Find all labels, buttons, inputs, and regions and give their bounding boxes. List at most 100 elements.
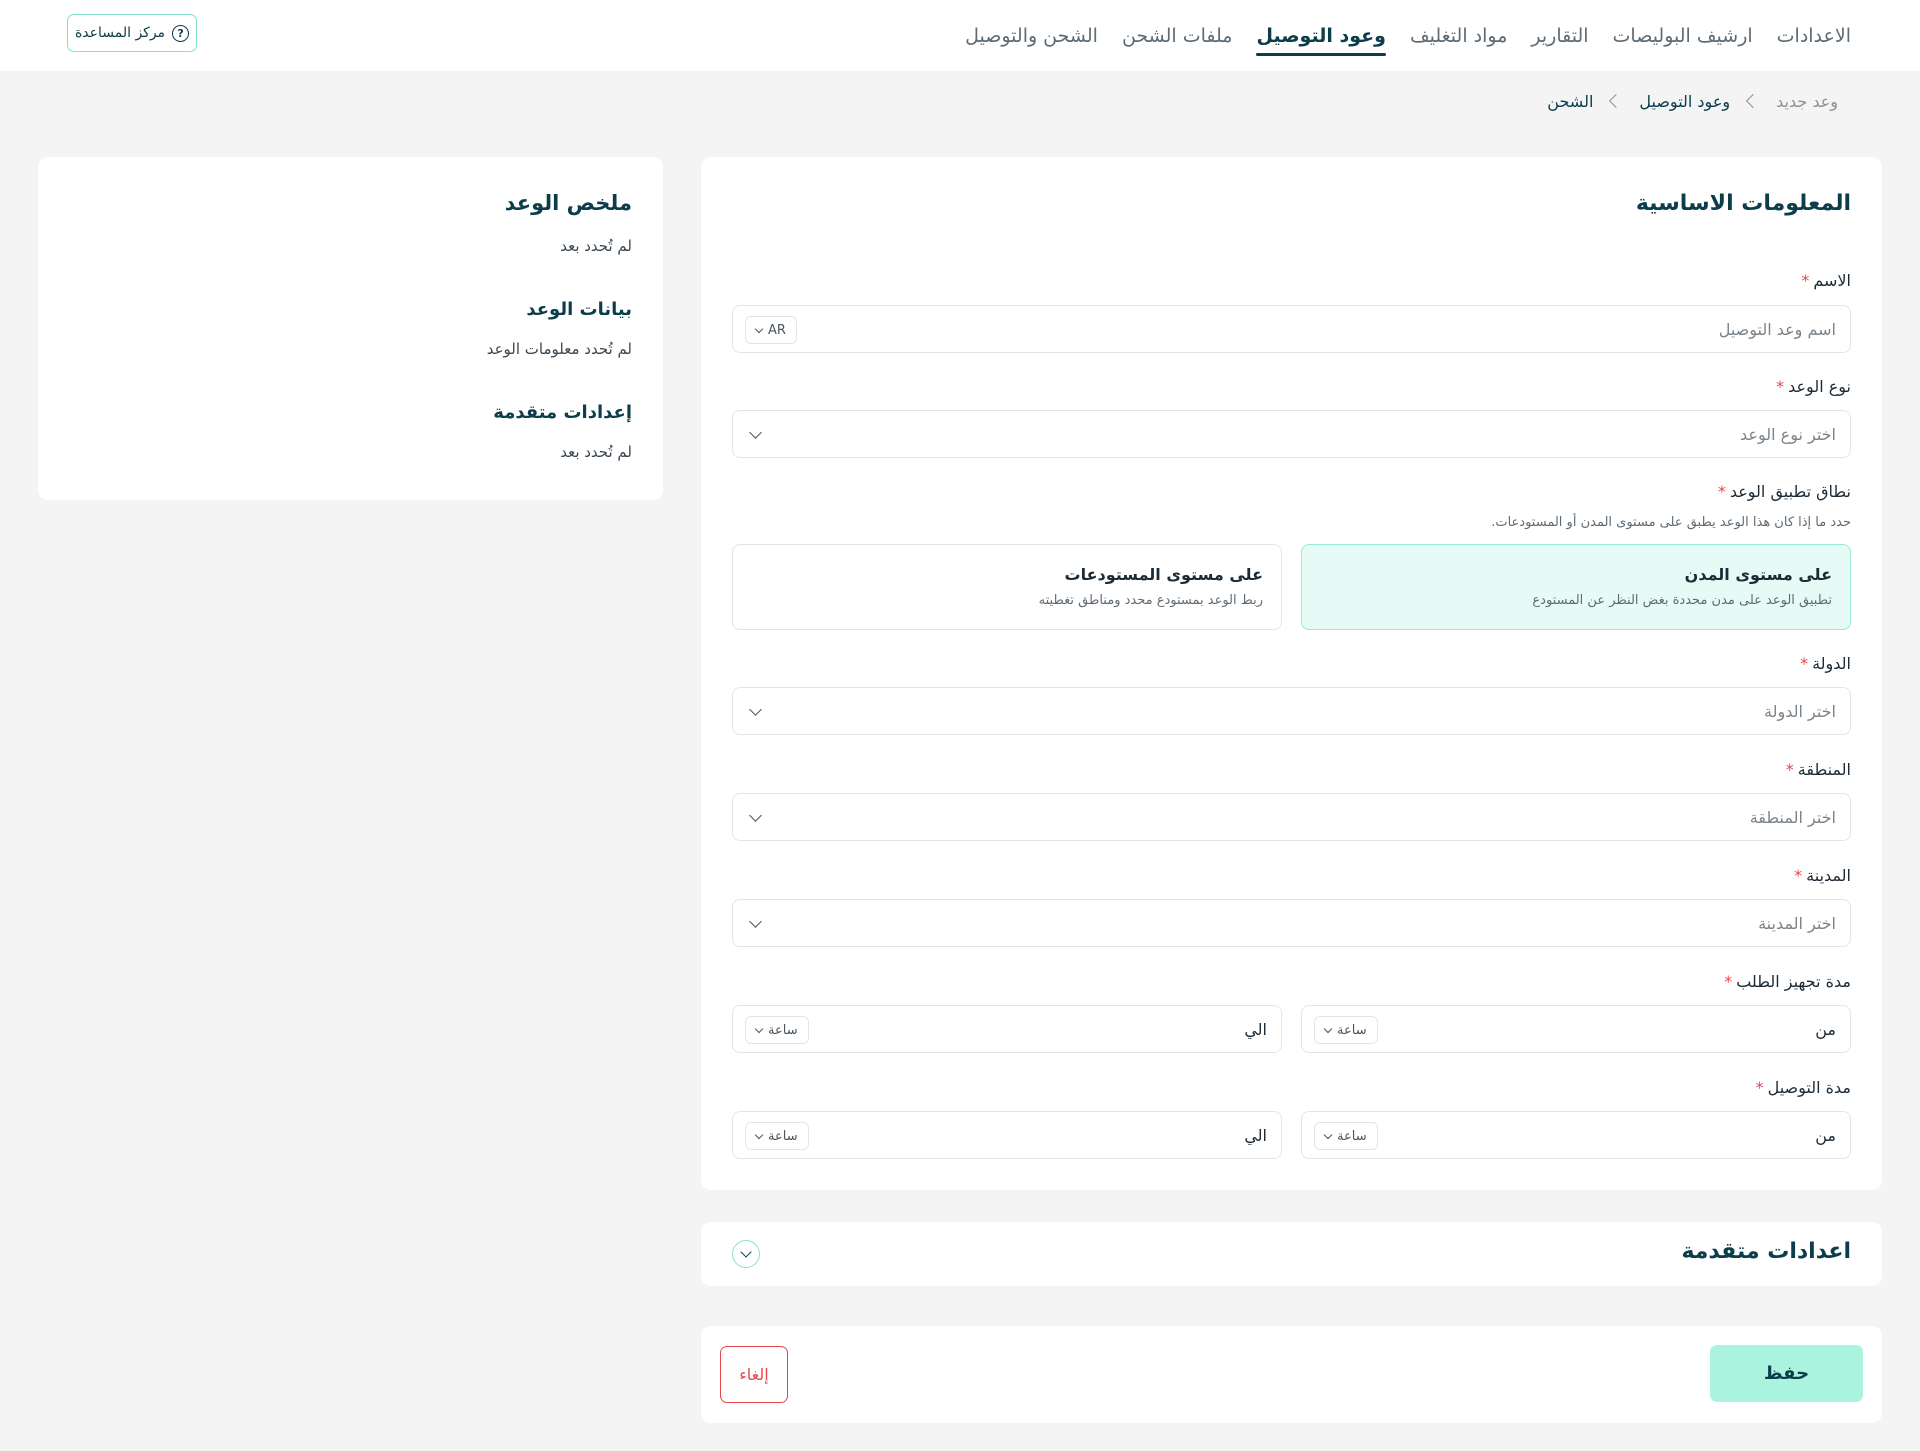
help-center-button[interactable]: ? مركز المساعدة xyxy=(67,14,197,52)
delivery-time-to-placeholder: الي xyxy=(1244,1126,1267,1145)
country-label-text: الدولة xyxy=(1812,654,1851,673)
delivery-time-to-unit-select[interactable]: ساعة xyxy=(745,1122,809,1150)
chevron-down-icon xyxy=(1323,1130,1333,1139)
country-select[interactable]: اختر الدولة xyxy=(732,687,1851,735)
nav-item-shipping[interactable]: الشحن والتوصيل xyxy=(965,0,1098,71)
unit-value: ساعة xyxy=(1337,1128,1367,1144)
top-navigation-bar: الشحن والتوصيل ملفات الشحن وعود التوصيل … xyxy=(0,0,1920,71)
prep-time-from-input[interactable]: من ساعة xyxy=(1301,1005,1851,1053)
summary-title-value: لم تُحدد بعد xyxy=(560,237,632,255)
required-mark: * xyxy=(1800,654,1809,673)
chevron-left-icon xyxy=(1746,93,1761,109)
required-mark: * xyxy=(1776,377,1785,396)
breadcrumb: الشحن وعود التوصيل وعد جديد xyxy=(1547,86,1838,116)
region-label: المنطقة* xyxy=(1786,760,1851,779)
region-label-text: المنطقة xyxy=(1797,760,1851,779)
cancel-button[interactable]: إلغاء xyxy=(720,1346,788,1403)
form-actions-bar: حفظ إلغاء xyxy=(701,1326,1882,1423)
nav-item-packaging[interactable]: مواد التغليف xyxy=(1410,0,1507,71)
basic-info-card: المعلومات الاساسية الاسم* اسم وعد التوصي… xyxy=(701,157,1882,1190)
nav-item-reports[interactable]: التقارير xyxy=(1531,0,1588,71)
nav-item-waybill-archive[interactable]: ارشيف البوليصات xyxy=(1613,0,1753,71)
nav-item-settings[interactable]: الاعدادات xyxy=(1777,0,1851,71)
scope-label-text: نطاق تطبيق الوعد xyxy=(1729,482,1851,501)
delivery-time-from-placeholder: من xyxy=(1815,1126,1836,1145)
prep-time-to-placeholder: الي xyxy=(1244,1020,1267,1039)
scope-option-cities[interactable]: على مستوى المدن تطبيق الوعد على مدن محدد… xyxy=(1301,544,1851,630)
nav-item-delivery-promises[interactable]: وعود التوصيل xyxy=(1256,0,1387,71)
chevron-down-icon xyxy=(749,915,762,928)
delivery-time-label: مدة التوصيل* xyxy=(1756,1078,1851,1097)
save-button[interactable]: حفظ xyxy=(1710,1345,1863,1402)
chevron-down-icon xyxy=(1323,1024,1333,1033)
chevron-down-icon xyxy=(740,1246,752,1258)
delivery-time-to-input[interactable]: الي ساعة xyxy=(732,1111,1282,1159)
delivery-time-from-input[interactable]: من ساعة xyxy=(1301,1111,1851,1159)
chevron-left-icon xyxy=(1609,93,1624,109)
prep-time-to-input[interactable]: الي ساعة xyxy=(732,1005,1282,1053)
chevron-down-icon xyxy=(754,1024,764,1033)
question-circle-icon: ? xyxy=(172,24,190,42)
required-mark: * xyxy=(1785,760,1794,779)
prep-time-from-unit-select[interactable]: ساعة xyxy=(1314,1016,1378,1044)
city-select[interactable]: اختر المدينة xyxy=(732,899,1851,947)
country-label: الدولة* xyxy=(1800,654,1851,673)
type-label-text: نوع الوعد xyxy=(1788,377,1851,396)
chevron-down-icon xyxy=(754,324,764,333)
chevron-down-icon xyxy=(749,426,762,439)
main-nav: الشحن والتوصيل ملفات الشحن وعود التوصيل … xyxy=(965,0,1851,71)
summary-data-title: بيانات الوعد xyxy=(526,299,632,320)
required-mark: * xyxy=(1801,271,1810,290)
region-select[interactable]: اختر المنطقة xyxy=(732,793,1851,841)
summary-title: ملخص الوعد xyxy=(504,191,632,215)
chevron-down-icon xyxy=(749,809,762,822)
city-label: المدينة* xyxy=(1794,866,1851,885)
country-placeholder: اختر الدولة xyxy=(1764,702,1836,721)
scope-help-text: حدد ما إذا كان هذا الوعد يطبق على مستوى … xyxy=(1491,515,1851,530)
help-center-label: مركز المساعدة xyxy=(74,25,166,41)
unit-value: ساعة xyxy=(1337,1022,1367,1038)
scope-option-desc: ربط الوعد بمستودع محدد ومناطق تغطيته xyxy=(1038,593,1263,608)
chevron-down-icon xyxy=(749,703,762,716)
section-title: المعلومات الاساسية xyxy=(1635,191,1851,216)
promise-type-select[interactable]: اختر نوع الوعد xyxy=(732,410,1851,458)
region-placeholder: اختر المنطقة xyxy=(1749,808,1836,827)
scope-label: نطاق تطبيق الوعد* xyxy=(1718,482,1851,501)
breadcrumb-shipping[interactable]: الشحن xyxy=(1547,92,1593,111)
language-value: AR xyxy=(768,322,786,338)
prep-time-label: مدة تجهيز الطلب* xyxy=(1724,972,1851,991)
chevron-down-icon xyxy=(754,1130,764,1139)
delivery-time-label-text: مدة التوصيل xyxy=(1767,1078,1851,1097)
city-label-text: المدينة xyxy=(1806,866,1851,885)
expand-toggle-button[interactable] xyxy=(732,1240,760,1268)
summary-advanced-title: إعدادات متقدمة xyxy=(493,402,632,423)
advanced-settings-title: اعدادات متقدمة xyxy=(1681,1239,1851,1264)
city-placeholder: اختر المدينة xyxy=(1758,914,1836,933)
promise-summary-card: ملخص الوعد لم تُحدد بعد بيانات الوعد لم … xyxy=(38,157,663,500)
required-mark: * xyxy=(1724,972,1733,991)
unit-value: ساعة xyxy=(768,1022,798,1038)
required-mark: * xyxy=(1755,1078,1764,1097)
scope-option-warehouses[interactable]: على مستوى المستودعات ربط الوعد بمستودع م… xyxy=(732,544,1282,630)
name-input[interactable]: اسم وعد التوصيل AR xyxy=(732,305,1851,353)
required-mark: * xyxy=(1794,866,1803,885)
type-label: نوع الوعد* xyxy=(1776,377,1851,396)
nav-item-shipping-profiles[interactable]: ملفات الشحن xyxy=(1122,0,1233,71)
name-label-text: الاسم xyxy=(1813,271,1851,290)
name-placeholder: اسم وعد التوصيل xyxy=(1718,320,1836,339)
prep-time-to-unit-select[interactable]: ساعة xyxy=(745,1016,809,1044)
required-mark: * xyxy=(1717,482,1726,501)
promise-type-placeholder: اختر نوع الوعد xyxy=(1740,425,1836,444)
advanced-settings-section[interactable]: اعدادات متقدمة xyxy=(701,1222,1882,1286)
scope-option-title: على مستوى المدن xyxy=(1684,565,1832,584)
prep-time-label-text: مدة تجهيز الطلب xyxy=(1736,972,1851,991)
language-select[interactable]: AR xyxy=(745,316,797,344)
scope-option-desc: تطبيق الوعد على مدن محددة بغض النظر عن ا… xyxy=(1532,593,1832,608)
unit-value: ساعة xyxy=(768,1128,798,1144)
name-label: الاسم* xyxy=(1801,271,1851,290)
delivery-time-from-unit-select[interactable]: ساعة xyxy=(1314,1122,1378,1150)
breadcrumb-current: وعد جديد xyxy=(1776,91,1838,111)
scope-option-title: على مستوى المستودعات xyxy=(1064,565,1264,584)
breadcrumb-delivery-promises[interactable]: وعود التوصيل xyxy=(1639,92,1730,111)
summary-data-value: لم تُحدد معلومات الوعد xyxy=(486,340,632,358)
